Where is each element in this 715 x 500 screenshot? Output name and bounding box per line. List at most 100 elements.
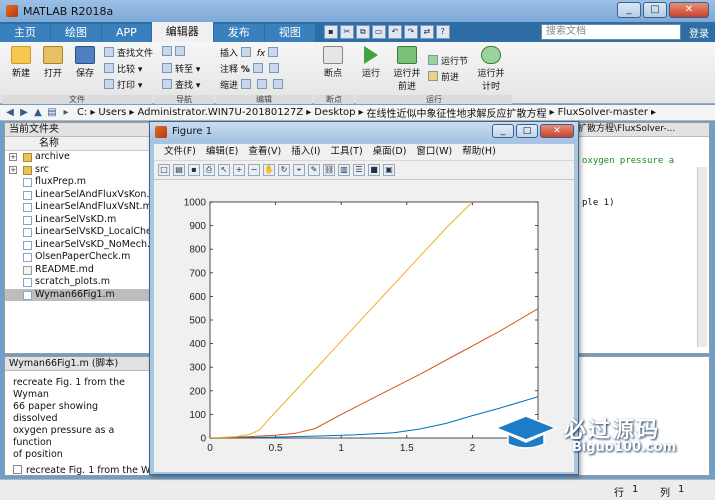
breakpoints-button[interactable]: 断点 (316, 46, 350, 79)
pan-icon[interactable]: ✋ (263, 164, 275, 176)
figure-maximize-button[interactable]: □ (516, 124, 538, 138)
file-row[interactable]: LinearSelVsKD_NoMech.m (5, 239, 159, 252)
data-cursor-icon[interactable]: ⌖ (293, 164, 305, 176)
zoom-out-icon[interactable]: − (248, 164, 260, 176)
comment-button[interactable]: 注释 % (220, 62, 282, 75)
run-section-icon (428, 55, 438, 65)
back-arrow-icon[interactable]: ◀ (4, 107, 16, 118)
colorbar-icon[interactable]: ▥ (338, 164, 350, 176)
name-column-header[interactable]: 名称 (5, 137, 149, 151)
copy-icon[interactable]: ⧉ (355, 25, 370, 39)
tab-publish[interactable]: 发布 (213, 24, 264, 42)
matlab-logo-icon (6, 5, 18, 17)
file-row[interactable]: LinearSelVsKD_LocalChem (5, 226, 161, 239)
advance-button[interactable]: 前进 (428, 70, 459, 83)
code-line[interactable]: oxygen pressure a (582, 156, 674, 166)
brush-icon[interactable]: ✎ (308, 164, 320, 176)
file-row-selected[interactable]: Wyman66Fig1.m (5, 288, 149, 301)
path-segment[interactable]: Administrator.WIN7U-20180127Z (137, 107, 303, 118)
search-input[interactable]: 搜索文档 (541, 24, 681, 40)
file-row[interactable]: + src (5, 164, 149, 177)
indent-button[interactable]: 缩进 (220, 78, 286, 91)
insert-button[interactable]: 插入 fx (220, 46, 281, 59)
new-figure-icon[interactable]: □ (158, 164, 170, 176)
tab-home[interactable]: 主页 (0, 24, 50, 42)
fx-icon[interactable]: fx (257, 49, 266, 59)
print-figure-icon[interactable]: ⎙ (203, 164, 215, 176)
goto-button[interactable]: 转至 ▾ (162, 62, 200, 75)
save-figure-icon[interactable]: ▪ (188, 164, 200, 176)
menu-help[interactable]: 帮助(H) (462, 144, 496, 160)
path-segment[interactable]: 在线性近似中象征性地求解反应扩散方程 (367, 105, 547, 120)
path-segment[interactable]: C: (77, 107, 87, 118)
path-segment[interactable]: Users (98, 107, 126, 118)
file-row[interactable]: LinearSelAndFluxVsNt.m (5, 201, 152, 214)
open-file-icon[interactable]: ▤ (173, 164, 185, 176)
run-and-time-button[interactable]: 运行并 计时 (474, 46, 508, 92)
file-row[interactable]: OlsenPaperCheck.m (5, 251, 149, 264)
file-row[interactable]: + archive (5, 151, 149, 164)
file-row[interactable]: scratch_plots.m (5, 276, 149, 289)
help-icon[interactable]: ? (435, 25, 450, 39)
cut-icon[interactable]: ✂ (339, 25, 354, 39)
minimize-button[interactable]: _ (617, 2, 641, 18)
menu-file[interactable]: 文件(F) (164, 144, 196, 160)
menu-insert[interactable]: 插入(I) (291, 144, 320, 160)
tab-apps[interactable]: APP (102, 24, 151, 42)
tab-editor[interactable]: 编辑器 (151, 22, 213, 42)
switch-windows-icon[interactable]: ⇄ (419, 25, 434, 39)
close-button[interactable]: ✕ (669, 2, 709, 18)
forward-arrow-icon[interactable]: ▶ (18, 107, 30, 118)
tab-plots[interactable]: 绘图 (51, 24, 101, 42)
expand-icon[interactable]: + (9, 165, 17, 174)
run-and-advance-button[interactable]: 运行并 前进 (390, 46, 424, 92)
figure-close-button[interactable]: ✕ (540, 124, 574, 138)
up-folder-icon[interactable]: ▲ (32, 107, 44, 118)
maximize-button[interactable]: □ (643, 2, 667, 18)
path-dropdown-icon[interactable]: ▸ (60, 107, 72, 118)
figure-minimize-button[interactable]: _ (492, 124, 514, 138)
zoom-in-icon[interactable]: + (233, 164, 245, 176)
rotate-icon[interactable]: ↻ (278, 164, 290, 176)
login-link[interactable]: 登录 (689, 25, 709, 40)
plot-axes-box[interactable] (209, 201, 539, 439)
save-icon[interactable]: ▪ (323, 25, 338, 39)
run-section-button[interactable]: 运行节 (428, 54, 468, 67)
paste-icon[interactable]: ▭ (371, 25, 386, 39)
tab-view[interactable]: 视图 (264, 24, 315, 42)
menu-window[interactable]: 窗口(W) (416, 144, 452, 160)
menu-tools[interactable]: 工具(T) (330, 144, 362, 160)
print-button[interactable]: 打印 ▾ (104, 78, 142, 91)
save-button[interactable]: 保存 (70, 46, 100, 79)
menu-edit[interactable]: 编辑(E) (206, 144, 238, 160)
path-segment[interactable]: Desktop (314, 107, 355, 118)
undo-icon[interactable]: ↶ (387, 25, 402, 39)
run-button[interactable]: 运行 (356, 46, 386, 79)
percent-icon[interactable]: % (241, 65, 250, 75)
pointer-icon[interactable]: ↖ (218, 164, 230, 176)
file-row[interactable]: LinearSelAndFluxVsKon.m (5, 189, 159, 202)
function-entry[interactable]: recreate Fig. 1 from the Wy (5, 461, 156, 480)
show-tools-icon[interactable]: ▣ (383, 164, 395, 176)
file-row[interactable]: README.md (5, 264, 149, 277)
compare-button[interactable]: 比较 ▾ (104, 62, 142, 75)
path-segment[interactable]: FluxSolver-master (558, 107, 648, 118)
file-row[interactable]: LinearSelVsKD.m (5, 214, 149, 227)
legend-icon[interactable]: ☰ (353, 164, 365, 176)
browse-folder-icon[interactable]: ▤ (46, 107, 58, 118)
file-row[interactable]: fluxPrep.m (5, 176, 149, 189)
nav-back-forward[interactable] (162, 46, 188, 58)
y-tick-label: 900 (189, 221, 206, 232)
link-plot-icon[interactable]: ⛓ (323, 164, 335, 176)
find-files-button[interactable]: 查找文件 (104, 46, 153, 59)
new-button[interactable]: 新建 (6, 46, 36, 79)
menu-view[interactable]: 查看(V) (248, 144, 281, 160)
redo-icon[interactable]: ↷ (403, 25, 418, 39)
find-button[interactable]: 查找 ▾ (162, 78, 200, 91)
open-button[interactable]: 打开 (38, 46, 68, 79)
expand-icon[interactable]: + (9, 153, 17, 161)
editor-scrollbar[interactable] (697, 167, 707, 347)
code-line[interactable]: ple 1) (582, 198, 615, 208)
hide-tools-icon[interactable]: ■ (368, 164, 380, 176)
menu-desktop[interactable]: 桌面(D) (373, 144, 407, 160)
